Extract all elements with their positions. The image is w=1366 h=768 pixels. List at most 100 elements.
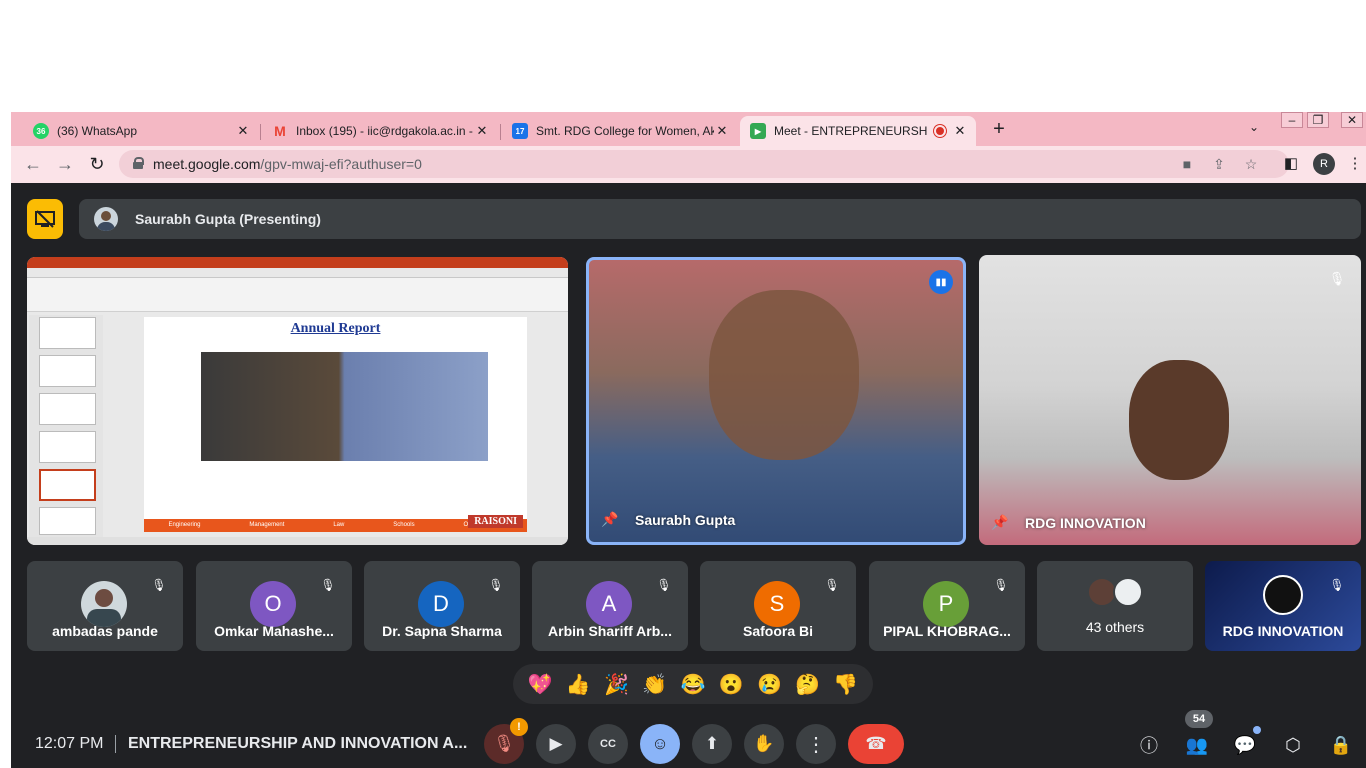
recording-icon — [934, 125, 946, 137]
mic-off-icon: 🎙 — [151, 578, 167, 592]
participant-tile-rdg[interactable]: 🎙 📌 RDG INNOVATION — [979, 255, 1361, 545]
kebab-menu-icon[interactable]: ⋮ — [1345, 154, 1365, 172]
more-vert-icon: ⋮ — [806, 733, 826, 756]
participant-name: PIPAL KHOBRAG... — [883, 623, 1011, 639]
mic-off-icon: 🎙 — [1329, 578, 1345, 592]
others-tile[interactable]: 43 others — [1037, 561, 1193, 651]
pin-icon[interactable]: 📌 — [601, 511, 618, 528]
footer-item: Schools — [393, 522, 415, 528]
reaction-party[interactable]: 🎉 — [600, 672, 634, 697]
raise-hand-button[interactable]: ✋ — [744, 724, 784, 764]
lock-icon[interactable] — [133, 157, 144, 169]
forward-icon[interactable]: → — [54, 154, 76, 175]
unread-dot — [1253, 726, 1261, 734]
share-icon[interactable]: ⇪ — [1209, 156, 1229, 173]
reaction-surprised[interactable]: 😮 — [714, 672, 748, 697]
avatar: S — [754, 581, 800, 627]
profile-avatar[interactable]: R — [1313, 153, 1335, 175]
screen: 36 (36) WhatsApp ✕ M Inbox (195) - iic@r… — [0, 0, 1366, 768]
activities-icon[interactable]: ⬡ — [1279, 732, 1307, 758]
mic-off-icon: 🎙 — [493, 734, 515, 753]
participant-tile-saurabh[interactable]: ▮▮ 📌 Saurabh Gupta — [586, 257, 966, 545]
participant-tile[interactable]: O 🎙 Omkar Mahashe... — [196, 561, 352, 651]
reaction-sad[interactable]: 😢 — [752, 672, 786, 697]
chat-icon[interactable]: 💬 — [1231, 726, 1261, 758]
address-bar[interactable]: meet.google.com/gpv-mwaj-efi?authuser=0 … — [119, 150, 1289, 178]
thumbnail[interactable] — [39, 355, 96, 387]
participant-name: RDG INNOVATION — [1025, 515, 1146, 531]
people-icon[interactable]: 👥 54 — [1183, 710, 1213, 758]
mic-off-icon: 🎙 — [656, 578, 672, 592]
captions-button[interactable]: CC — [588, 724, 628, 764]
meeting-title[interactable]: ENTREPRENEURSHIP AND INNOVATION A... — [128, 735, 467, 753]
side-panel-icon[interactable]: ◧ — [1281, 154, 1301, 172]
close-icon[interactable]: ✕ — [474, 123, 490, 139]
presenter-label: Saurabh Gupta (Presenting) — [135, 211, 321, 227]
screen-share-tile[interactable]: Annual Report Engineering Management Law… — [27, 257, 568, 545]
url-text[interactable]: meet.google.com/gpv-mwaj-efi?authuser=0 — [153, 156, 422, 172]
present-button[interactable]: ⬆ — [692, 724, 732, 764]
tab-search-chevron-icon[interactable]: ⌄ — [1249, 120, 1259, 134]
slide-photo — [201, 352, 488, 461]
footer-item: Management — [249, 522, 285, 528]
reaction-laugh[interactable]: 😂 — [676, 672, 710, 697]
mic-off-icon: 🎙 — [824, 578, 840, 592]
more-options-button[interactable]: ⋮ — [796, 724, 836, 764]
participant-tile[interactable]: A 🎙 Arbin Shariff Arb... — [532, 561, 688, 651]
window-close-button[interactable]: ✕ — [1341, 112, 1363, 128]
pin-icon[interactable]: 📌 — [991, 514, 1008, 531]
minimize-button[interactable]: – — [1281, 112, 1303, 128]
camera-in-use-icon[interactable]: ■ — [1177, 156, 1197, 172]
tab-meet[interactable]: ▶ Meet - ENTREPRENEURSHIP AN ✕ — [740, 116, 976, 146]
reaction-thinking[interactable]: 🤔 — [791, 672, 825, 697]
new-tab-button[interactable]: + — [987, 118, 1011, 141]
reaction-clap[interactable]: 👏 — [638, 672, 672, 697]
tab-college[interactable]: 17 Smt. RDG College for Women, Akola ✕ — [502, 116, 738, 146]
participant-name: Saurabh Gupta — [635, 512, 736, 528]
camera-icon: ▶ — [549, 734, 563, 753]
divider — [115, 735, 116, 753]
slide-title: Annual Report — [290, 321, 381, 336]
back-icon[interactable]: ← — [22, 154, 44, 175]
camera-button[interactable]: ▶ — [536, 724, 576, 764]
tab-divider — [260, 124, 261, 140]
leave-call-button[interactable]: ☎ — [848, 724, 904, 764]
presentation-icon[interactable] — [27, 199, 63, 239]
thumbnail[interactable] — [39, 507, 96, 535]
participant-name: ambadas pande — [52, 623, 158, 639]
close-icon[interactable]: ✕ — [235, 123, 251, 139]
tab-gmail[interactable]: M Inbox (195) - iic@rdgakola.ac.in - S ✕ — [262, 116, 498, 146]
reload-icon[interactable]: ↻ — [86, 154, 108, 175]
thumbnail[interactable] — [39, 393, 96, 425]
participant-tile[interactable]: P 🎙 PIPAL KHOBRAG... — [869, 561, 1025, 651]
thumbnail-selected[interactable] — [39, 469, 96, 501]
thumbnail[interactable] — [39, 317, 96, 349]
close-icon[interactable]: ✕ — [952, 123, 968, 139]
reaction-heart[interactable]: 💖 — [523, 672, 557, 697]
presenter-banner: Saurabh Gupta (Presenting) — [79, 199, 1361, 239]
tab-title: Inbox (195) - iic@rdgakola.ac.in - S — [296, 124, 474, 138]
participant-tile[interactable]: S 🎙 Safoora Bi — [700, 561, 856, 651]
host-controls-icon[interactable]: 🔒 — [1327, 732, 1355, 758]
avatar: P — [923, 581, 969, 627]
reaction-thumbs-down[interactable]: 👎 — [829, 672, 863, 697]
tab-whatsapp[interactable]: 36 (36) WhatsApp ✕ — [23, 116, 259, 146]
participant-tile[interactable]: D 🎙 Dr. Sapna Sharma — [364, 561, 520, 651]
mic-toggle-button[interactable]: 🎙 ! — [484, 718, 528, 764]
participant-tile[interactable]: 🎙 ambadas pande — [27, 561, 183, 651]
browser-window: 36 (36) WhatsApp ✕ M Inbox (195) - iic@r… — [11, 112, 1366, 768]
restore-button[interactable]: ❐ — [1307, 112, 1329, 128]
footer-item: Engineering — [168, 522, 201, 528]
bookmark-star-icon[interactable]: ☆ — [1241, 156, 1261, 173]
speaking-indicator-icon: ▮▮ — [929, 270, 953, 294]
participant-name: Safoora Bi — [742, 623, 813, 639]
close-icon[interactable]: ✕ — [714, 123, 730, 139]
participant-tile[interactable]: 🎙 RDG INNOVATION — [1205, 561, 1361, 651]
emoji-button[interactable]: ☺ — [640, 724, 680, 764]
reaction-thumbs-up[interactable]: 👍 — [561, 672, 595, 697]
clock: 12:07 PM — [35, 735, 104, 752]
slide-thumbnails — [29, 315, 103, 537]
thumbnail[interactable] — [39, 431, 96, 463]
meeting-info-icon[interactable]: ⓘ — [1135, 732, 1163, 758]
emoji-icon: ☺ — [651, 734, 669, 753]
